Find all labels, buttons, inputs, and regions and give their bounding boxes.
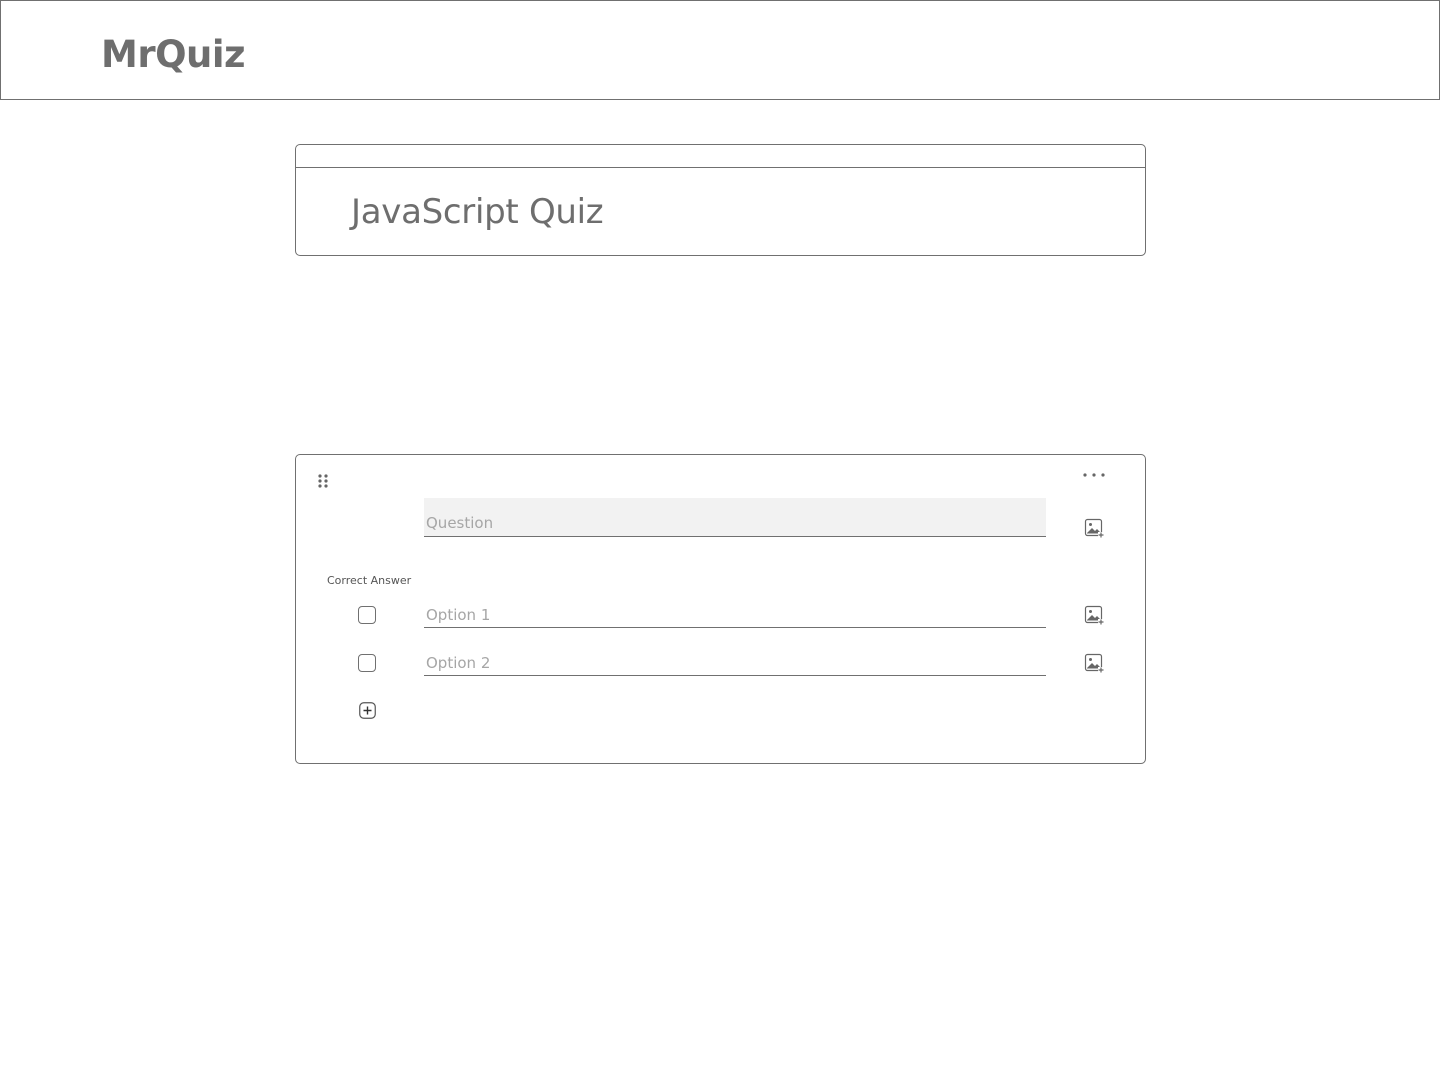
add-option-icon <box>359 702 376 719</box>
add-image-icon <box>1084 518 1104 538</box>
drag-handle-icon[interactable] <box>316 472 330 490</box>
title-card-top-band <box>296 145 1145 168</box>
add-image-icon <box>1084 605 1104 625</box>
app-header: MrQuiz <box>0 0 1440 100</box>
question-input[interactable] <box>424 498 1046 537</box>
option-2-input[interactable] <box>424 646 1046 676</box>
option-1-correct-checkbox[interactable] <box>358 606 376 624</box>
add-option-button[interactable] <box>359 702 376 719</box>
question-card: Correct Answer <box>295 454 1146 764</box>
option-2-add-image-button[interactable] <box>1084 653 1104 673</box>
add-image-icon <box>1084 653 1104 673</box>
more-options-button[interactable] <box>1080 465 1108 485</box>
more-horizontal-icon <box>1083 473 1105 477</box>
option-1-add-image-button[interactable] <box>1084 605 1104 625</box>
question-add-image-button[interactable] <box>1084 518 1104 538</box>
option-1-input[interactable] <box>424 598 1046 628</box>
quiz-title-card: JavaScript Quiz <box>295 144 1146 256</box>
quiz-title[interactable]: JavaScript Quiz <box>351 189 604 235</box>
correct-answer-label: Correct Answer <box>327 574 412 587</box>
app-logo-text[interactable]: MrQuiz <box>101 31 246 79</box>
option-2-correct-checkbox[interactable] <box>358 654 376 672</box>
